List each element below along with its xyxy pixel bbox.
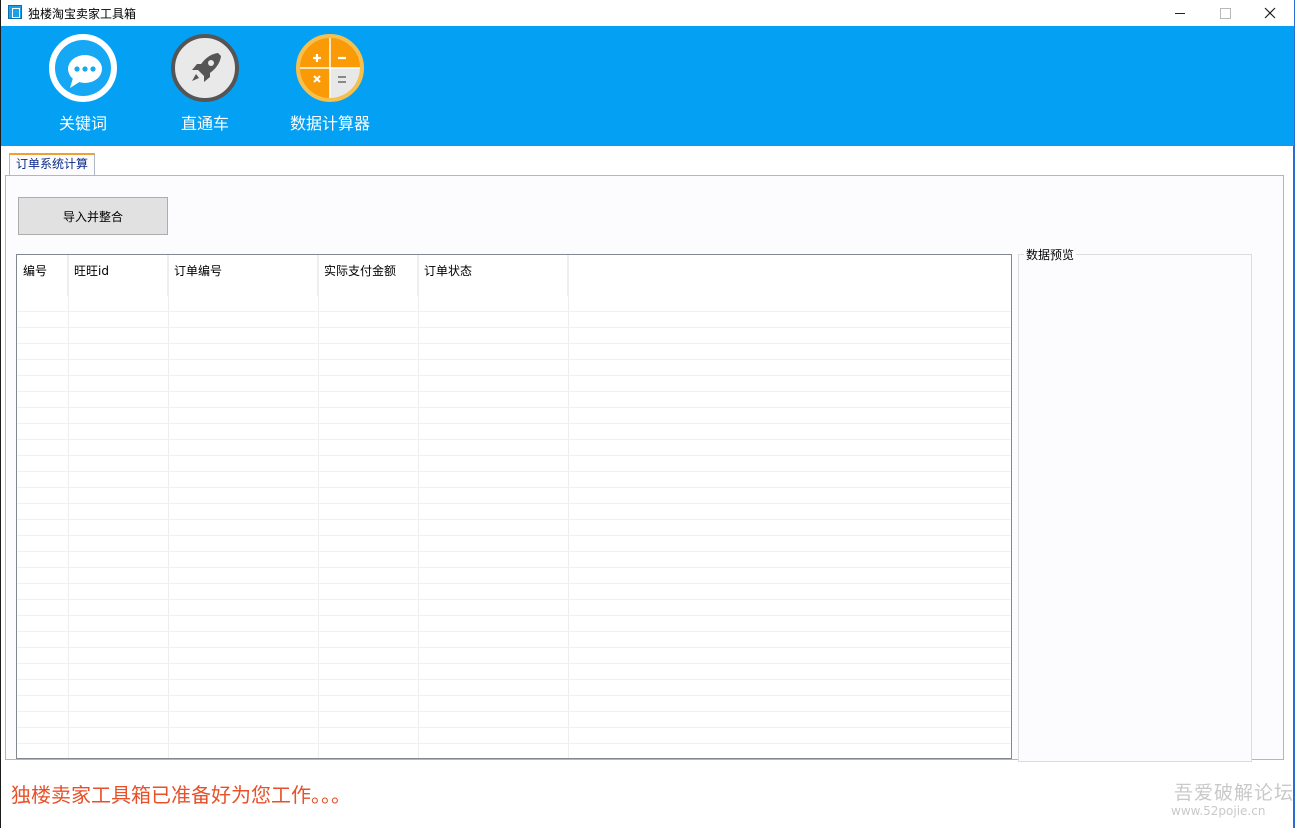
table-row[interactable] bbox=[17, 536, 1011, 552]
maximize-icon bbox=[1219, 7, 1231, 19]
minimize-icon bbox=[1175, 12, 1185, 14]
chat-bubble-icon bbox=[49, 34, 117, 102]
table-row[interactable] bbox=[17, 520, 1011, 536]
column-header-paid-amount[interactable]: 实际支付金额 bbox=[318, 255, 418, 296]
table-row[interactable] bbox=[17, 360, 1011, 376]
table-row[interactable] bbox=[17, 392, 1011, 408]
maximize-button[interactable] bbox=[1202, 0, 1248, 26]
data-preview-title: 数据预览 bbox=[1024, 246, 1077, 263]
app-window: 独楼淘宝卖家工具箱 关键词 直通车 数据计算器 订单系统计算 导入并整合 编号 … bbox=[0, 0, 1295, 828]
table-row[interactable] bbox=[17, 376, 1011, 392]
column-header-id[interactable]: 编号 bbox=[17, 255, 68, 296]
watermark-url: www.52pojie.cn bbox=[1171, 804, 1266, 818]
table-row[interactable] bbox=[17, 680, 1011, 696]
table-row[interactable] bbox=[17, 440, 1011, 456]
toolbar-calculator-label: 数据计算器 bbox=[289, 114, 370, 133]
table-row[interactable] bbox=[17, 472, 1011, 488]
table-row[interactable] bbox=[17, 424, 1011, 440]
column-header-order-status[interactable]: 订单状态 bbox=[418, 255, 568, 296]
column-header-wangwang-id[interactable]: 旺旺id bbox=[68, 255, 168, 296]
table-row[interactable] bbox=[17, 296, 1011, 312]
calculator-icon bbox=[296, 34, 364, 102]
app-icon bbox=[8, 5, 22, 19]
window-title: 独楼淘宝卖家工具箱 bbox=[28, 7, 137, 21]
table-row[interactable] bbox=[17, 488, 1011, 504]
table-row[interactable] bbox=[17, 664, 1011, 680]
table-row[interactable] bbox=[17, 344, 1011, 360]
table-row[interactable] bbox=[17, 552, 1011, 568]
table-row[interactable] bbox=[17, 600, 1011, 616]
status-message: 独楼卖家工具箱已准备好为您工作。。。 bbox=[11, 783, 351, 807]
close-icon bbox=[1264, 7, 1276, 19]
column-header-order-number[interactable]: 订单编号 bbox=[168, 255, 318, 296]
table-row[interactable] bbox=[17, 616, 1011, 632]
table-row[interactable] bbox=[17, 328, 1011, 344]
order-table[interactable]: 编号 旺旺id 订单编号 实际支付金额 订单状态 bbox=[16, 254, 1012, 759]
table-row[interactable] bbox=[17, 712, 1011, 728]
table-row[interactable] bbox=[17, 568, 1011, 584]
table-header: 编号 旺旺id 订单编号 实际支付金额 订单状态 bbox=[17, 255, 1011, 296]
minimize-button[interactable] bbox=[1157, 0, 1203, 26]
table-row[interactable] bbox=[17, 504, 1011, 520]
import-merge-button[interactable]: 导入并整合 bbox=[18, 197, 168, 235]
watermark-text: 吾爱破解论坛 bbox=[1174, 782, 1295, 804]
toolbar-keyword-label: 关键词 bbox=[58, 114, 107, 133]
data-preview-panel bbox=[1018, 254, 1252, 762]
tab-order-calculation[interactable]: 订单系统计算 bbox=[9, 153, 95, 175]
rocket-icon bbox=[171, 34, 239, 102]
table-row[interactable] bbox=[17, 456, 1011, 472]
title-bar[interactable]: 独楼淘宝卖家工具箱 bbox=[1, 0, 1294, 26]
main-toolbar: 关键词 直通车 数据计算器 bbox=[1, 26, 1294, 146]
table-row[interactable] bbox=[17, 632, 1011, 648]
toolbar-express-label: 直通车 bbox=[180, 114, 229, 133]
table-row[interactable] bbox=[17, 744, 1011, 758]
close-button[interactable] bbox=[1247, 0, 1293, 26]
toolbar-keyword-button[interactable]: 关键词 bbox=[48, 34, 118, 134]
table-body bbox=[17, 296, 1011, 758]
table-row[interactable] bbox=[17, 408, 1011, 424]
toolbar-express-button[interactable]: 直通车 bbox=[169, 34, 241, 134]
table-row[interactable] bbox=[17, 648, 1011, 664]
table-row[interactable] bbox=[17, 312, 1011, 328]
table-row[interactable] bbox=[17, 696, 1011, 712]
table-row[interactable] bbox=[17, 584, 1011, 600]
table-row[interactable] bbox=[17, 728, 1011, 744]
toolbar-calculator-button[interactable]: 数据计算器 bbox=[287, 34, 373, 134]
